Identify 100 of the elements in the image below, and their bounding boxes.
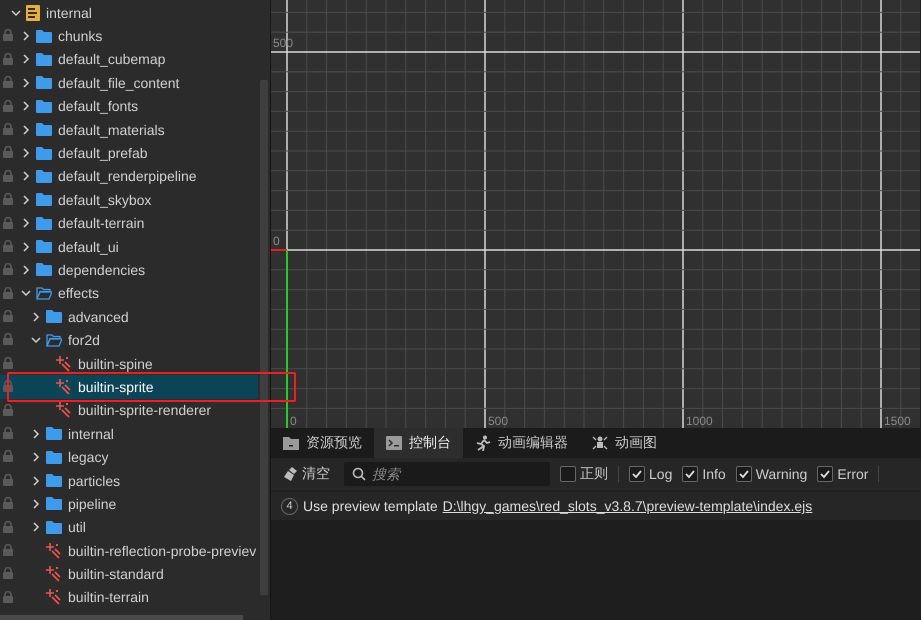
checkbox[interactable] — [629, 466, 645, 482]
folder-icon — [46, 450, 62, 464]
folder-icon — [36, 240, 52, 254]
chevron-right-icon[interactable] — [31, 498, 41, 509]
tree-item[interactable]: builtin-spine — [0, 352, 258, 376]
folder-icon — [36, 146, 52, 160]
file-link[interactable]: D:\lhgy_games\red_slots_v3.8.7\preview-template\index.ejs — [442, 498, 812, 514]
sparkle-icon — [46, 542, 62, 559]
tree-item[interactable]: chunks — [0, 24, 258, 48]
scrollbar[interactable] — [260, 80, 268, 595]
tree-item[interactable]: default_renderpipeline — [0, 164, 258, 188]
tree-item[interactable]: pipeline — [0, 492, 258, 516]
checkbox[interactable] — [682, 466, 698, 482]
chevron-right-icon[interactable] — [31, 428, 41, 439]
chevron-right-icon[interactable] — [21, 124, 31, 135]
chevron-right-icon[interactable] — [31, 522, 41, 532]
chevron-right-icon[interactable] — [21, 264, 31, 275]
check-icon — [631, 468, 643, 480]
tree-item[interactable]: default_skybox — [0, 188, 258, 212]
filter-label: Log — [649, 466, 672, 482]
chevron-right-icon[interactable] — [21, 31, 31, 42]
tree-item[interactable]: builtin-standard — [0, 562, 258, 586]
tree-item[interactable]: util — [0, 516, 258, 539]
tree-item[interactable]: default_ui — [0, 234, 258, 258]
tree-item[interactable]: default_prefab — [0, 141, 258, 165]
tree-item[interactable]: builtin-sprite — [0, 375, 258, 399]
count-badge: 4 — [281, 498, 298, 514]
folder-icon — [36, 76, 52, 90]
filter-label: 正则 — [580, 465, 608, 483]
tree-item[interactable]: internal — [0, 422, 258, 446]
chevron-right-icon[interactable] — [31, 452, 41, 462]
folder-icon — [36, 123, 52, 136]
folder-icon — [36, 100, 52, 113]
tree-item[interactable]: builtin-sprite-renderer — [0, 398, 258, 422]
sparkle-icon — [46, 589, 62, 606]
chevron-down-icon[interactable] — [11, 8, 21, 18]
chevron-down-icon[interactable] — [31, 335, 41, 346]
filter-label: Error — [837, 466, 868, 482]
folder-icon — [46, 474, 62, 487]
tree-item[interactable]: internal — [0, 1, 258, 24]
chevron-right-icon[interactable] — [21, 171, 31, 182]
filter-checkbox[interactable]: Info — [682, 466, 726, 482]
folder-icon — [36, 263, 52, 276]
axis-label: 500 — [488, 414, 508, 428]
sparkle-icon — [46, 566, 62, 582]
tree-item[interactable]: builtin-reflection-probe-previev — [0, 538, 258, 562]
tree-item[interactable]: effects — [0, 282, 258, 306]
tree-item[interactable]: builtin-terrain — [0, 586, 258, 610]
search-field[interactable]: 搜索 — [344, 462, 550, 486]
filter-label: Warning — [756, 466, 808, 482]
sparkle-icon — [56, 402, 72, 418]
chevron-right-icon[interactable] — [21, 194, 31, 205]
chevron-right-icon[interactable] — [21, 78, 31, 88]
scrollbar[interactable] — [0, 615, 243, 620]
tree-item[interactable]: for2d — [0, 328, 258, 352]
tree-item[interactable]: default_file_content — [0, 71, 258, 95]
chevron-down-icon[interactable] — [21, 288, 31, 298]
chevron-right-icon[interactable] — [21, 218, 31, 228]
sparkle-icon — [56, 356, 72, 372]
chevron-right-icon[interactable] — [21, 242, 31, 252]
folder-icon — [46, 520, 62, 534]
chevron-right-icon[interactable] — [31, 476, 41, 486]
folder-icon — [283, 436, 299, 450]
check-icon — [819, 468, 832, 480]
log-message: Use preview template — [303, 498, 438, 514]
folder-icon — [36, 30, 52, 43]
tree-item[interactable]: dependencies — [0, 258, 258, 282]
broom-icon — [283, 467, 299, 481]
panel-tab[interactable]: 动画图 — [580, 428, 669, 458]
filter-checkbox[interactable]: Log — [629, 466, 672, 482]
clear-button[interactable]: 清空 — [279, 465, 334, 483]
tree-item[interactable]: particles — [0, 468, 258, 492]
terminal-icon — [386, 436, 402, 450]
folder-icon — [36, 216, 52, 230]
filter-checkbox[interactable]: Error — [817, 466, 868, 482]
folder-icon — [46, 427, 62, 440]
tree-item[interactable]: default_materials — [0, 118, 258, 142]
tree-item[interactable]: advanced — [0, 305, 258, 328]
chevron-right-icon[interactable] — [21, 101, 31, 112]
filter-checkbox[interactable]: Warning — [736, 466, 808, 482]
tree-item[interactable]: default_cubemap — [0, 48, 258, 72]
folder-icon — [46, 497, 62, 510]
open-folder-icon — [36, 286, 52, 300]
panel-tab[interactable]: 资源预览 — [271, 428, 374, 458]
checkbox[interactable] — [817, 466, 834, 482]
bundle-icon — [26, 4, 40, 21]
panel-tab[interactable]: 控制台 — [374, 428, 463, 458]
chevron-right-icon[interactable] — [31, 312, 41, 322]
filter-checkbox[interactable]: 正则 — [560, 465, 608, 483]
chevron-right-icon[interactable] — [21, 148, 31, 158]
folder-icon — [36, 52, 52, 66]
tree-item[interactable]: default-terrain — [0, 212, 258, 235]
tree-item[interactable]: default_fonts — [0, 94, 258, 118]
checkbox[interactable] — [560, 466, 576, 482]
sparkle-icon — [56, 378, 72, 395]
tree-item[interactable]: legacy — [0, 445, 258, 469]
chevron-right-icon[interactable] — [21, 54, 31, 64]
folder-icon — [46, 310, 62, 324]
checkbox[interactable] — [736, 466, 752, 482]
panel-tab[interactable]: 动画编辑器 — [463, 428, 580, 458]
